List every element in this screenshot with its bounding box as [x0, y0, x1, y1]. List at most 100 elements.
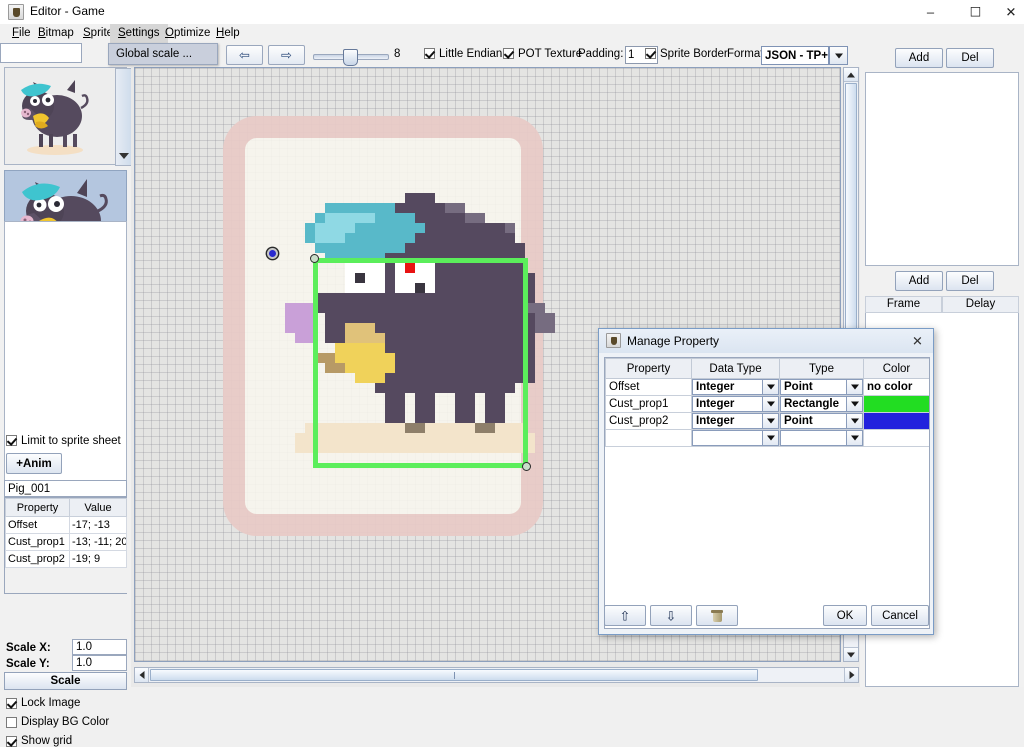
type-value: Point	[784, 381, 813, 393]
scale-y-input[interactable]: 1.0	[72, 655, 127, 671]
app-icon	[8, 4, 24, 20]
move-property-up-button[interactable]: ⇧	[604, 605, 646, 626]
type-select[interactable]: Point	[780, 379, 863, 395]
close-window-button[interactable]: ✕	[998, 0, 1024, 23]
color-swatch[interactable]	[864, 413, 929, 429]
type-select[interactable]: Rectangle	[780, 396, 863, 412]
canvas-horizontal-scrollbar[interactable]	[134, 667, 859, 683]
scroll-up-button[interactable]	[844, 68, 858, 82]
type-select[interactable]: Point	[780, 413, 863, 429]
delete-animation-button[interactable]: Del	[946, 48, 994, 68]
chevron-down-icon[interactable]	[762, 431, 778, 445]
show-grid-checkbox[interactable]	[6, 736, 17, 747]
sprite-thumbnail-1[interactable]	[4, 67, 132, 166]
point-property-handle[interactable]	[267, 248, 278, 259]
zoom-slider[interactable]	[313, 49, 389, 66]
dialog-title-bar: Manage Property ✕	[599, 329, 933, 353]
table-row[interactable]: Cust_prop2 -19; 9	[5, 550, 127, 568]
animation-list[interactable]	[865, 72, 1019, 266]
minimize-icon: –	[926, 4, 935, 19]
table-row[interactable]: Cust_prop2 Integer Point	[605, 412, 929, 430]
move-right-button[interactable]: ⇨	[268, 45, 305, 65]
scale-button[interactable]: Scale	[4, 672, 127, 690]
zoom-slider-knob[interactable]	[343, 49, 358, 66]
type-select[interactable]	[780, 430, 863, 446]
display-bg-color-checkbox[interactable]	[6, 717, 17, 728]
cell-property-name[interactable]: Cust_prop2	[606, 413, 691, 429]
table-row[interactable]: Offset Integer Point no color	[605, 378, 929, 396]
format-dropdown-button[interactable]	[829, 46, 848, 65]
scale-x-input[interactable]: 1.0	[72, 639, 127, 655]
scale-x-label: Scale X:	[6, 642, 51, 654]
move-left-button[interactable]: ⇦	[226, 45, 263, 65]
color-cell[interactable]: no color	[864, 379, 929, 395]
sprite-border-checkbox[interactable]	[645, 48, 656, 59]
add-anim-button[interactable]: +Anim	[6, 453, 62, 474]
selection-handle-top-left[interactable]	[310, 254, 319, 263]
pot-texture-checkbox[interactable]	[503, 48, 514, 59]
little-endian-checkbox[interactable]	[424, 48, 435, 59]
cell-property: Offset	[5, 516, 70, 534]
horizontal-scroll-thumb[interactable]	[150, 669, 758, 681]
menu-help-label-rest: elp	[224, 27, 240, 39]
cancel-button[interactable]: Cancel	[871, 605, 929, 626]
data-type-select[interactable]: Integer	[692, 396, 779, 412]
add-animation-button[interactable]: Add	[895, 48, 943, 68]
lock-image-checkbox[interactable]	[6, 698, 17, 709]
table-empty-row[interactable]	[605, 429, 929, 447]
menu-help[interactable]: Help	[208, 24, 248, 43]
color-swatch[interactable]	[864, 430, 929, 446]
dialog-close-button[interactable]: ✕	[908, 332, 927, 350]
zoom-level-value: 8	[394, 48, 401, 60]
show-grid-label: Show grid	[21, 735, 73, 747]
chevron-down-icon[interactable]	[846, 431, 862, 445]
scroll-down-button[interactable]	[844, 647, 858, 661]
table-row[interactable]: Cust_prop1 Integer Rectangle	[605, 395, 929, 413]
chevron-down-icon[interactable]	[846, 397, 862, 411]
window-title: Editor - Game	[30, 4, 105, 18]
data-type-select[interactable]: Integer	[692, 379, 779, 395]
cell-property-name[interactable]: Offset	[606, 379, 691, 395]
sprite-border-label: Sprite Border	[660, 48, 728, 60]
format-select-value[interactable]: JSON - TP+...	[761, 46, 829, 65]
thumbnail-scroll[interactable]	[115, 68, 132, 166]
boar-sprite-pixelart[interactable]	[285, 193, 575, 463]
menu-item-global-scale[interactable]: Global scale ...	[109, 44, 217, 64]
chevron-down-icon[interactable]	[846, 414, 862, 428]
scroll-left-button[interactable]	[135, 668, 149, 682]
chevron-down-icon[interactable]	[846, 380, 862, 394]
scroll-right-button[interactable]	[844, 668, 858, 682]
data-type-select[interactable]: Integer	[692, 413, 779, 429]
arrow-down-icon: ⇩	[665, 608, 677, 623]
manage-property-dialog: Manage Property ✕ Property Data Type Typ…	[598, 328, 934, 635]
minimize-button[interactable]: –	[908, 0, 953, 23]
chevron-down-icon[interactable]	[762, 414, 778, 428]
selection-handle-bottom-right[interactable]	[522, 462, 531, 471]
maximize-button[interactable]: ☐	[953, 0, 998, 23]
pot-texture-label: POT Texture	[518, 48, 583, 60]
sprite-name-field[interactable]: Pig_001	[4, 480, 127, 497]
sprite-name-input[interactable]	[0, 43, 82, 63]
add-frame-button[interactable]: Add	[895, 271, 943, 291]
chevron-down-icon[interactable]	[762, 397, 778, 411]
title-bar: Editor - Game – ☐ ✕	[0, 0, 1024, 25]
cell-value: -17; -13	[69, 516, 127, 534]
table-row[interactable]: Offset -17; -13	[5, 516, 127, 534]
data-type-select[interactable]	[692, 430, 779, 446]
dialog-app-icon	[606, 333, 621, 348]
column-header-property: Property	[5, 498, 70, 517]
trash-icon	[711, 609, 723, 622]
move-property-down-button[interactable]: ⇩	[650, 605, 692, 626]
chevron-down-icon[interactable]	[762, 380, 778, 394]
limit-to-sprite-sheet-checkbox[interactable]	[6, 435, 17, 446]
delete-frame-button[interactable]: Del	[946, 271, 994, 291]
arrow-up-icon	[847, 72, 855, 77]
color-swatch[interactable]	[864, 396, 929, 412]
cell-property-name[interactable]: Cust_prop1	[606, 396, 691, 412]
column-header-frame: Frame	[865, 296, 942, 313]
table-row[interactable]: Cust_prop1 -13; -11; 20;...	[5, 533, 127, 551]
delete-property-button[interactable]	[696, 605, 738, 626]
arrow-left-icon: ⇦	[239, 47, 250, 63]
ok-button[interactable]: OK	[823, 605, 867, 626]
cell-property-name[interactable]	[606, 430, 691, 446]
